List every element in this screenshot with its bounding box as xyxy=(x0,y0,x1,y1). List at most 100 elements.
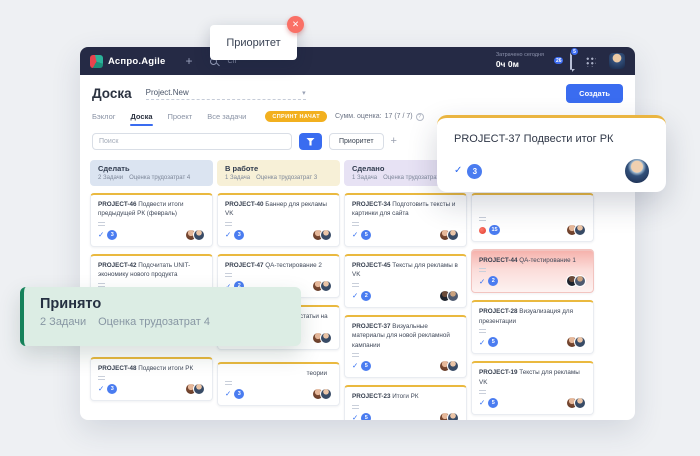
add-icon[interactable]: + xyxy=(185,55,192,67)
avatar xyxy=(447,360,459,372)
user-avatar[interactable] xyxy=(609,53,625,69)
check-icon: ✓ xyxy=(479,278,485,286)
avatar xyxy=(320,388,332,400)
description-icon xyxy=(98,376,105,380)
column-done: Сделано 1 ЗадачаОценка трудозатрат PROJE… xyxy=(344,160,467,420)
avatar xyxy=(320,229,332,241)
task-title: Итоги РК xyxy=(392,393,418,400)
task-id: PROJECT-47 xyxy=(225,262,264,269)
column-task-count: 1 Задача xyxy=(225,175,250,181)
apps-grid-icon[interactable] xyxy=(585,56,596,67)
check-icon: ✓ xyxy=(479,339,485,347)
priority-filter-chip[interactable]: Приоритет xyxy=(329,133,384,150)
check-icon: ✓ xyxy=(225,231,231,239)
messages-badge: 5 xyxy=(570,47,579,56)
check-icon: ✓ xyxy=(352,231,358,239)
avatar xyxy=(447,290,459,302)
check-icon: ✓ xyxy=(98,385,104,393)
task-id: PROJECT-42 xyxy=(98,262,137,269)
check-icon: ✓ xyxy=(479,399,485,407)
task-id: PROJECT-28 xyxy=(479,308,518,315)
close-icon[interactable]: ✕ xyxy=(287,16,304,33)
check-icon: ✓ xyxy=(225,390,231,398)
task-title: теории xyxy=(307,370,327,377)
project-select[interactable]: Project.New ▾ xyxy=(146,88,306,100)
messages-button[interactable]: 5 xyxy=(570,52,572,70)
column-title: Сделать xyxy=(98,164,205,173)
search-input[interactable] xyxy=(92,133,292,150)
description-icon xyxy=(352,222,359,226)
task-card[interactable]: PROJECT-46 Подвести итоги предыдущей РК … xyxy=(90,193,213,247)
task-id: PROJECT-37 xyxy=(352,323,391,330)
avatar xyxy=(447,412,459,421)
tab-backlog[interactable]: Бэклог xyxy=(92,112,115,126)
description-icon xyxy=(479,329,486,333)
dragged-task-title: PROJECT-37 Подвести итог РК xyxy=(454,133,649,145)
create-button[interactable]: Создать xyxy=(566,84,623,103)
estimate-badge: 2 xyxy=(488,276,498,286)
description-icon xyxy=(225,273,232,277)
column-estimate: Оценка трудозатрат 4 xyxy=(129,175,190,181)
description-icon xyxy=(479,268,486,272)
description-icon xyxy=(352,353,359,357)
dragged-task-card[interactable]: PROJECT-37 Подвести итог РК ✓ 3 xyxy=(437,115,666,192)
filter-button[interactable] xyxy=(299,133,322,150)
task-card[interactable]: PROJECT-34 Подготовить тексты и картинки… xyxy=(344,193,467,247)
estimate-badge: 3 xyxy=(234,389,244,399)
topbar: Аспро.Agile + Сп Затрачено сегодня 0ч 0м… xyxy=(80,47,635,75)
description-icon xyxy=(352,405,359,409)
task-card[interactable]: PROJECT-40 Баннер для рекламы VK ✓ 3 xyxy=(217,193,340,247)
task-card[interactable]: PROJECT-37 Визуальные материалы для ново… xyxy=(344,315,467,378)
column-task-count: 2 Задачи xyxy=(98,175,123,181)
tooltip-label: Приоритет xyxy=(226,37,280,49)
info-icon[interactable]: ? xyxy=(416,113,424,121)
column-estimate: Оценка трудозатрат 3 xyxy=(256,175,317,181)
avatar xyxy=(193,229,205,241)
task-card[interactable]: PROJECT-28 Визуализация для презентации … xyxy=(471,300,594,354)
task-id: PROJECT-45 xyxy=(352,262,391,269)
description-icon xyxy=(479,217,486,221)
task-title: Подвести итоги РК xyxy=(138,365,193,372)
task-card[interactable]: PROJECT-45 Тексты для рекламы в VK ✓ 2 xyxy=(344,254,467,308)
accepted-column-overlay[interactable]: Принято 2 ЗадачиОценка трудозатрат 4 xyxy=(20,287,301,346)
estimate-badge: 3 xyxy=(467,164,482,179)
description-icon xyxy=(479,390,486,394)
summary-label: Сумм. оценка: xyxy=(335,113,382,120)
task-card[interactable]: 15 xyxy=(471,193,594,242)
add-filter-icon[interactable]: + xyxy=(391,136,397,147)
task-id: PROJECT-19 xyxy=(479,369,518,376)
task-card[interactable]: теории ✓ 3 xyxy=(217,362,340,406)
column-task-count: 1 Задача xyxy=(352,175,377,181)
column-header[interactable]: Сделать 2 Задачи Оценка трудозатрат 4 xyxy=(90,160,213,186)
tab-project[interactable]: Проект xyxy=(168,112,193,126)
task-card[interactable]: PROJECT-48 Подвести итоги РК ✓ 3 xyxy=(90,357,213,401)
summary-value: 17 (7 / 7) xyxy=(385,113,413,120)
estimate-badge: 2 xyxy=(361,291,371,301)
estimate-badge: 3 xyxy=(107,384,117,394)
priority-tooltip: Приоритет ✕ xyxy=(210,25,297,60)
task-card[interactable]: PROJECT-23 Итоги РК ✓ 5 xyxy=(344,385,467,420)
check-icon: ✓ xyxy=(352,362,358,370)
tab-board[interactable]: Доска xyxy=(130,112,152,126)
avatar xyxy=(320,280,332,292)
column-header[interactable]: В работе 1 ЗадачаОценка трудозатрат 3 xyxy=(217,160,340,186)
task-title: QA-тестирование 2 xyxy=(265,262,322,269)
avatar xyxy=(574,397,586,409)
task-id: PROJECT-44 xyxy=(479,257,518,264)
task-id: PROJECT-48 xyxy=(98,365,137,372)
description-icon xyxy=(225,381,232,385)
task-title: QA-тестирование 1 xyxy=(519,257,576,264)
tab-all-tasks[interactable]: Все задачи xyxy=(207,112,246,126)
avatar xyxy=(320,332,332,344)
estimate-badge: 5 xyxy=(361,230,371,240)
funnel-icon xyxy=(306,138,315,146)
avatar xyxy=(574,275,586,287)
avatar xyxy=(625,159,649,183)
estimate-badge: 5 xyxy=(488,337,498,347)
notifications-badge: 26 xyxy=(553,56,564,65)
estimate-badge: 5 xyxy=(361,361,371,371)
task-card[interactable]: PROJECT-19 Тексты для рекламы VK ✓ 5 xyxy=(471,361,594,415)
task-card-highlighted[interactable]: PROJECT-44 QA-тестирование 1 ✓ 2 xyxy=(471,249,594,293)
accepted-title: Принято xyxy=(40,296,285,312)
estimate-badge: 5 xyxy=(361,413,371,421)
